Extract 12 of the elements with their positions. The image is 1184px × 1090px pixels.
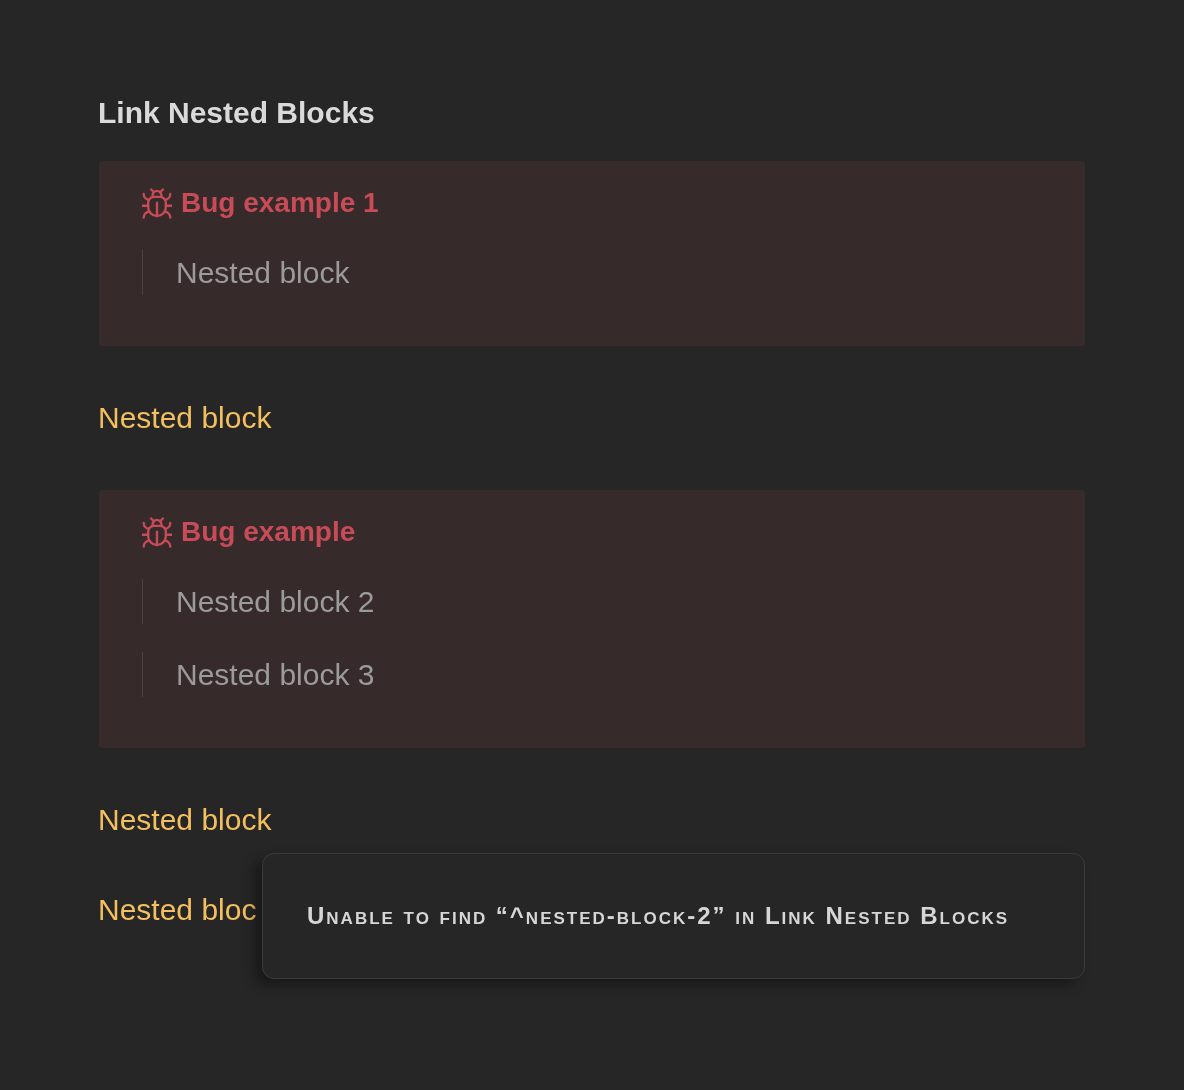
block-link[interactable]: Nested block xyxy=(98,802,272,838)
bug-icon xyxy=(142,516,172,548)
popover-message: Unable to find “^nested-block-2” in Link Nested Blocks xyxy=(307,902,1010,930)
bug-icon xyxy=(142,187,172,219)
nested-block-text: Nested block 3 xyxy=(176,656,375,693)
nested-block-text: Nested block xyxy=(176,254,350,291)
page-title: Link Nested Blocks xyxy=(98,95,375,131)
callout-title: Bug example 1 xyxy=(181,186,379,220)
nested-block-text: Nested block 2 xyxy=(176,583,375,620)
block-link[interactable]: Nested block xyxy=(98,400,272,436)
callout-title: Bug example xyxy=(181,515,356,549)
block-link[interactable]: Nested bloc xyxy=(98,892,257,928)
